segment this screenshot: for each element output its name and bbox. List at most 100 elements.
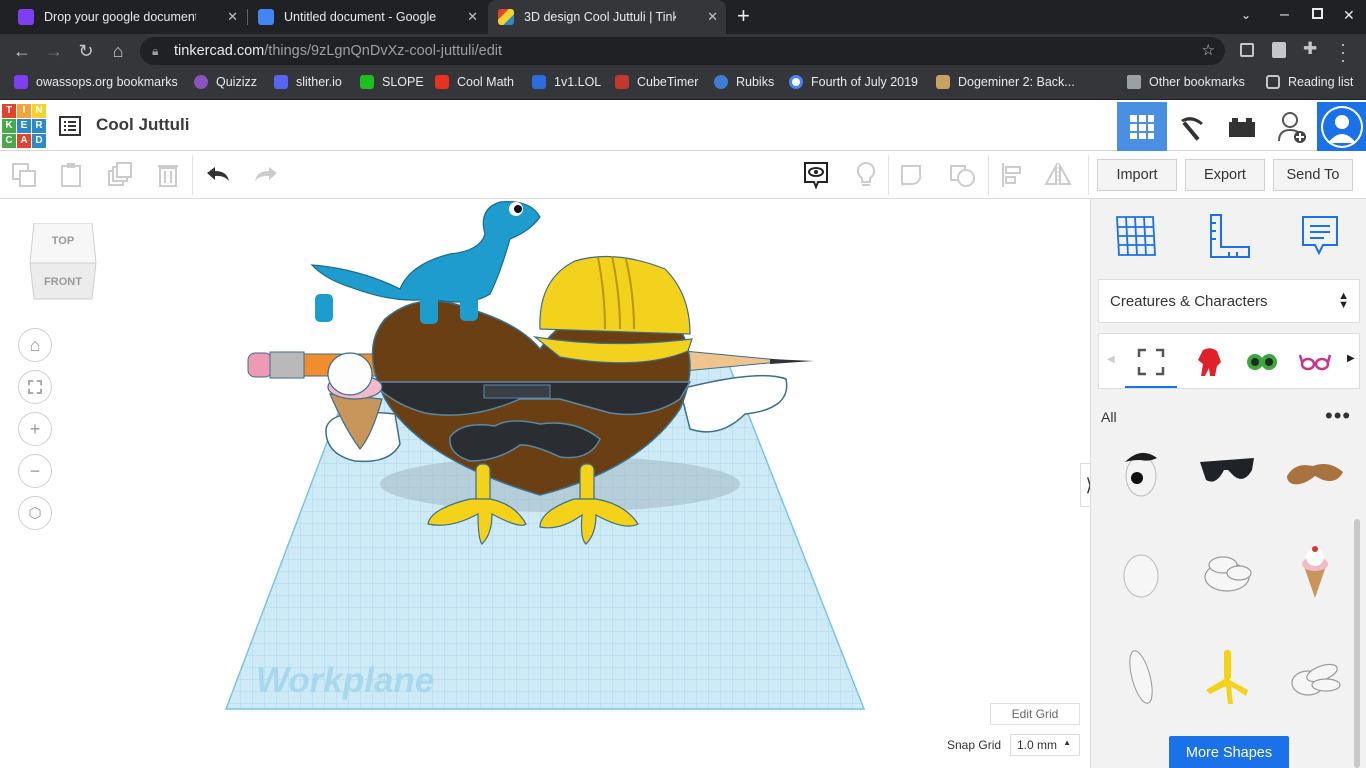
align-button[interactable] [998,161,1026,189]
tab-search-icon[interactable]: ⌄ [1241,8,1251,22]
notes-tool-icon[interactable] [1297,213,1343,259]
logo-letter: I [17,104,31,118]
more-shapes-button[interactable]: More Shapes [1169,736,1289,768]
shape-hand[interactable] [1187,533,1267,613]
bookmark-owassops[interactable]: owassops.org bookmarks [14,75,178,89]
copy-button[interactable] [10,161,38,189]
workplane-label: Workplane [256,661,434,700]
puzzle-icon[interactable]: ✚ [1303,39,1317,59]
tab-tinkercad[interactable]: 3D design Cool Juttuli | Tinkercad ✕ [488,0,726,34]
bookmark-quizizz[interactable]: Quizizz [194,75,257,89]
view-cube[interactable]: TOP FRONT [28,222,98,303]
more-menu-icon[interactable]: · · · [1340,35,1346,69]
filter-eyes[interactable] [1244,344,1280,380]
delete-button[interactable] [154,161,182,189]
shape-library-select[interactable]: Creatures & Characters ▲ ▼ [1098,279,1360,323]
other-bookmarks[interactable]: Other bookmarks [1127,75,1245,89]
forward-icon[interactable]: → [42,39,66,63]
extension-icon[interactable] [1240,43,1254,57]
workplane-viewport[interactable]: Workplane TOP FRONT ⌂ + − ⬡ Edit Grid Sn… [0,199,1090,768]
shape-library-value: Creatures & Characters [1110,292,1268,310]
send-to-button[interactable]: Send To [1273,159,1353,191]
shape-sunglasses[interactable] [1187,433,1267,513]
reload-icon[interactable]: ↻ [74,39,98,63]
logo-letter: E [17,119,31,133]
edit-grid-button[interactable]: Edit Grid [990,703,1080,725]
bookmark-coolmath[interactable]: Cool Math [435,75,514,89]
maximize-icon[interactable] [1312,8,1323,19]
design-menu-icon[interactable] [59,115,81,137]
minimize-icon[interactable]: – [1280,6,1289,24]
more-options-icon[interactable]: ••• [1325,403,1351,429]
home-icon[interactable]: ⌂ [106,39,130,63]
bookmark-1v1lol[interactable]: 1v1.LOL [532,75,601,89]
shape-wing[interactable] [1101,637,1181,717]
bookmark-slope[interactable]: SLOPE [360,75,424,89]
address-bar[interactable]: 🔒︎ tinkercad.com/things/9zLgnQnDvXz-cool… [140,37,1225,65]
bookmark-rubiks[interactable]: Rubiks [714,75,774,89]
scroll-right-icon[interactable]: ▶ [1347,353,1355,364]
scroll-left-icon[interactable]: ◀ [1107,354,1115,365]
tab-drop-document[interactable]: Drop your google document here ✕ [8,0,246,34]
bookmark-star-icon[interactable]: ☆ [1202,37,1215,65]
mirror-button[interactable] [1044,161,1072,189]
perspective-button[interactable]: ⬡ [18,496,52,530]
home-view-button[interactable]: ⌂ [18,328,52,362]
minus-icon: − [29,460,41,481]
logo-letter: N [32,104,46,118]
show-all-button[interactable] [852,161,880,189]
workplane-tool-icon[interactable] [1113,213,1159,259]
close-tab-icon[interactable]: ✕ [707,9,718,25]
close-tab-icon[interactable]: ✕ [467,9,478,25]
zoom-out-button[interactable]: − [18,454,52,488]
snap-grid-select[interactable]: 1.0 mm ▲ [1010,734,1080,756]
minecraft-view-button[interactable] [1167,102,1217,151]
workplane-scene[interactable]: Workplane [0,199,1090,768]
group-button[interactable] [900,161,928,189]
export-button[interactable]: Export [1185,159,1265,191]
undo-button[interactable] [204,161,232,189]
user-avatar[interactable] [1317,102,1366,151]
duplicate-button[interactable] [106,161,134,189]
filter-glasses[interactable] [1297,344,1333,380]
add-user-button[interactable] [1267,102,1317,151]
fit-view-button[interactable] [18,370,52,404]
reading-list[interactable]: Reading list [1266,75,1353,89]
bricks-view-button[interactable] [1217,102,1267,151]
shape-eye[interactable] [1101,433,1181,513]
panel-scrollbar[interactable] [1354,519,1360,768]
bookmark-slither[interactable]: slither.io [274,75,342,89]
dinosaur-shape[interactable] [310,200,541,324]
extension-upload-icon[interactable] [1272,42,1286,58]
notes-button[interactable] [802,161,830,189]
bookmark-fourth-of-july[interactable]: Fourth of July 2019 [789,75,918,89]
tab-google-docs[interactable]: Untitled document - Google Docs ✕ [248,0,486,34]
filter-all[interactable] [1133,344,1169,380]
duplicate-icon [108,162,132,186]
shape-egg[interactable] [1101,533,1181,613]
design-title[interactable]: Cool Juttuli [96,115,189,135]
close-tab-icon[interactable]: ✕ [227,9,238,25]
new-tab-button[interactable]: + [737,3,750,29]
ungroup-button[interactable] [949,161,977,189]
paste-button[interactable] [57,161,85,189]
zoom-in-button[interactable]: + [18,412,52,446]
redo-button[interactable] [252,161,280,189]
shape-glove[interactable] [1275,637,1355,717]
back-icon[interactable]: ← [10,39,34,63]
shape-ice-cream[interactable] [1275,533,1355,613]
3d-view-button[interactable] [1117,102,1167,151]
bookmark-label: 1v1.LOL [554,75,602,89]
import-button[interactable]: Import [1097,159,1177,191]
view-cube-front[interactable]: FRONT [28,276,98,288]
shape-mustache[interactable] [1275,433,1355,513]
bookmark-cubetimer[interactable]: CubeTimer [615,75,698,89]
ruler-tool-icon[interactable] [1205,213,1251,259]
close-window-icon[interactable]: ✕ [1343,7,1355,24]
filter-creatures[interactable] [1192,344,1228,380]
bookmark-dogeminer[interactable]: Dogeminer 2: Back... [936,75,1075,89]
view-cube-top[interactable]: TOP [28,235,98,247]
tinkercad-logo[interactable]: TIN KER CAD [2,104,46,148]
hard-hat-shape[interactable] [532,255,693,364]
shape-bird-foot[interactable] [1187,637,1267,717]
